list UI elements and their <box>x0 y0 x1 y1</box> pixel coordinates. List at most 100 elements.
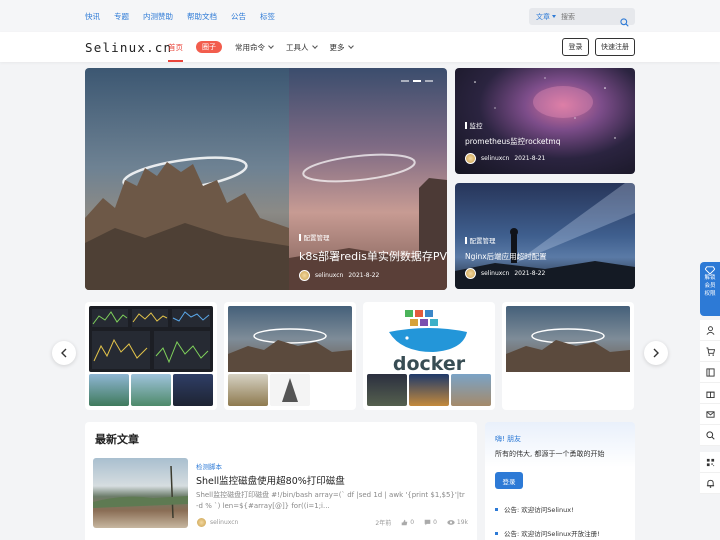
side-card-author[interactable]: selinuxcn <box>481 270 509 277</box>
side-card-title[interactable]: Nginx后端应用超时配置 <box>465 251 547 262</box>
user-icon <box>706 325 714 335</box>
nav-item-commands[interactable]: 常用命令 <box>235 32 274 62</box>
chevron-down-icon <box>268 42 274 49</box>
side-card-category[interactable]: 监控 <box>465 120 561 130</box>
comment-icon <box>424 519 431 526</box>
gift-tool[interactable] <box>700 383 720 404</box>
topic-card-landscape-2[interactable] <box>502 302 634 410</box>
search-input[interactable] <box>561 12 615 21</box>
slide-title[interactable]: k8s部署redis单实例数据存PVC <box>299 248 447 264</box>
panel-login-button[interactable]: 登录 <box>495 472 523 489</box>
login-button[interactable]: 登录 <box>562 38 589 56</box>
chevron-right-icon <box>653 348 659 358</box>
side-card-meta: selinuxcn 2021-8-21 <box>465 153 561 164</box>
register-button[interactable]: 快速注册 <box>595 38 635 56</box>
nav-item-circle[interactable]: 圈子 <box>196 32 222 62</box>
post-thumbnail[interactable] <box>93 458 188 528</box>
slider-dots <box>401 80 433 82</box>
nav-item-more[interactable]: 更多 <box>330 32 354 62</box>
post-meta: selinuxcn 2年前 0 0 19k <box>196 517 468 528</box>
side-card-title[interactable]: prometheus监控rocketmq <box>465 136 561 147</box>
post-comments: 0 <box>433 519 437 526</box>
greeting: 嗨! 朋友 <box>495 435 522 443</box>
topic-thumb-small <box>270 374 310 406</box>
mail-tool[interactable] <box>700 404 720 425</box>
topic-card-landscape[interactable] <box>224 302 356 410</box>
post-title[interactable]: Shell监控磁盘使用超80%打印磁盘 <box>196 473 345 487</box>
topic-thumb-small <box>131 374 171 406</box>
bell-tool[interactable] <box>700 473 720 494</box>
slide-meta: selinuxcn 2021-8-22 <box>299 270 447 281</box>
vip-label-line: 权限 <box>704 291 716 297</box>
search-icon[interactable] <box>620 12 629 31</box>
side-card-meta: selinuxcn 2021-8-22 <box>465 268 547 279</box>
slide-author[interactable]: selinuxcn <box>315 272 343 279</box>
nav-item-home[interactable]: 首页 <box>168 32 183 62</box>
gift-icon <box>705 391 715 398</box>
nav-item-tools[interactable]: 工具人 <box>286 32 318 62</box>
avatar[interactable] <box>465 268 476 279</box>
search-icon <box>705 430 715 440</box>
topic-carousel: docker <box>85 302 635 410</box>
top-link-docs[interactable]: 帮助文档 <box>187 11 217 22</box>
side-card-author[interactable]: selinuxcn <box>481 155 509 162</box>
topic-image-rocks <box>506 306 630 372</box>
side-card-category[interactable]: 配置管理 <box>465 235 547 245</box>
notice-item[interactable]: 公告: 欢迎访问Selinux开放注册! <box>495 528 600 538</box>
carousel-next-button[interactable] <box>644 341 668 365</box>
qrcode-tool[interactable] <box>700 452 720 473</box>
latest-heading: 最新文章 <box>95 433 139 446</box>
slider-dot-active[interactable] <box>413 80 421 82</box>
side-card-prometheus[interactable]: 监控 prometheus监控rocketmq selinuxcn 2021-8… <box>455 68 635 174</box>
slide-category[interactable]: 配置管理 <box>299 232 447 242</box>
avatar[interactable] <box>465 153 476 164</box>
avatar[interactable] <box>196 517 207 528</box>
ticket-icon <box>705 367 715 377</box>
post-author[interactable]: selinuxcn <box>210 519 238 526</box>
top-link-notice[interactable]: 公告 <box>231 11 246 22</box>
search-tool[interactable] <box>700 425 720 446</box>
top-links: 快讯 专题 内测赞助 帮助文档 公告 标签 <box>85 11 275 22</box>
top-link-topics[interactable]: 专题 <box>114 11 129 22</box>
side-card-date: 2021-8-21 <box>514 155 546 162</box>
floating-toolbar <box>700 320 720 494</box>
side-card-info: 配置管理 Nginx后端应用超时配置 selinuxcn 2021-8-22 <box>465 235 547 279</box>
topic-thumb-small <box>89 374 129 406</box>
cart-tool[interactable] <box>700 341 720 362</box>
post-excerpt: Shell监控磁盘打印磁盘 #!/bin/bash array=(` df |s… <box>196 491 465 510</box>
search-type-select[interactable]: 文章 <box>529 12 561 22</box>
avatar[interactable] <box>299 270 310 281</box>
slider-dot[interactable] <box>401 80 409 82</box>
vip-label-line: 解锁 <box>704 275 716 281</box>
topic-image-docker: docker <box>367 306 491 375</box>
diamond-icon <box>705 266 715 274</box>
notice-list: 公告: 欢迎访问Selinux! 公告: 欢迎访问Selinux开放注册! <box>495 504 600 540</box>
featured-slider[interactable]: 配置管理 k8s部署redis单实例数据存PVC selinuxcn 2021-… <box>85 68 447 290</box>
notice-item[interactable]: 公告: 欢迎访问Selinux! <box>495 504 600 514</box>
carousel-prev-button[interactable] <box>52 341 76 365</box>
side-card-nginx[interactable]: 配置管理 Nginx后端应用超时配置 selinuxcn 2021-8-22 <box>455 183 635 289</box>
chevron-down-icon <box>311 42 318 49</box>
chevron-down-icon <box>347 42 354 49</box>
top-link-sponsor[interactable]: 内测赞助 <box>143 11 173 22</box>
post-time: 2年前 <box>375 520 392 527</box>
ticket-tool[interactable] <box>700 362 720 383</box>
slide-image-rocks <box>85 68 289 290</box>
user-tool[interactable] <box>700 320 720 341</box>
post-likes: 0 <box>410 519 415 526</box>
topic-thumb-small <box>451 374 491 406</box>
post-views: 19k <box>456 519 468 526</box>
vip-unlock-button[interactable]: 解锁 会员 权限 <box>700 262 720 316</box>
topic-card-docker[interactable]: docker <box>363 302 495 410</box>
chevron-left-icon <box>61 348 67 358</box>
top-link-news[interactable]: 快讯 <box>85 11 100 22</box>
post-category[interactable]: 检测脚本 <box>196 461 222 471</box>
user-panel: 嗨! 朋友 所有的伟大, 都源于一个勇敢的开始 登录 公告: 欢迎访问Selin… <box>485 422 635 540</box>
site-logo[interactable]: Selinux.cn <box>85 40 172 55</box>
slider-dot[interactable] <box>425 80 433 82</box>
like-icon <box>401 519 408 526</box>
mail-icon <box>705 410 715 418</box>
top-link-tags[interactable]: 标签 <box>260 11 275 22</box>
eye-icon <box>447 520 455 525</box>
topic-card-monitoring[interactable] <box>85 302 217 410</box>
